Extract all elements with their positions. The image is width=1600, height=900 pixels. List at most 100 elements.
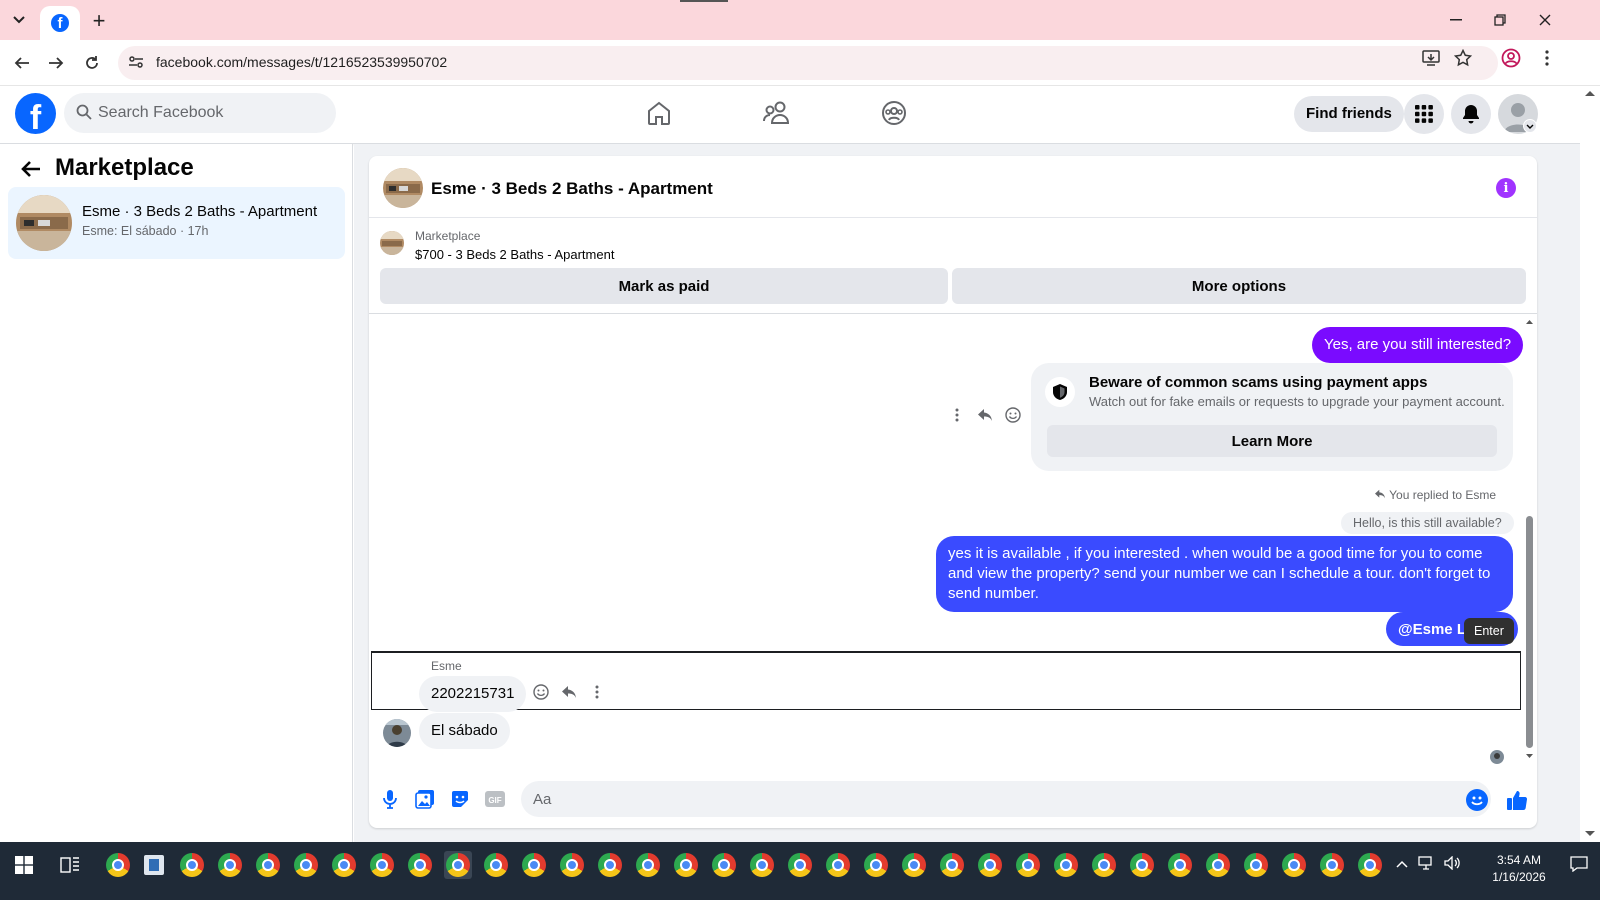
quoted-message[interactable]: Hello, is this still available? [1341, 512, 1514, 534]
chrome-taskbar-icon[interactable] [1014, 851, 1042, 879]
close-window-icon[interactable] [1525, 6, 1565, 34]
microphone-icon[interactable] [379, 788, 401, 810]
chrome-taskbar-icon[interactable] [596, 851, 624, 879]
emoji-icon[interactable] [1466, 789, 1488, 811]
scrollbar-thumb[interactable] [1526, 516, 1533, 748]
groups-icon[interactable] [879, 98, 909, 128]
conversation-item[interactable]: Esme · 3 Beds 2 Baths - Apartment Esme: … [8, 187, 345, 259]
profile-icon[interactable] [1500, 47, 1522, 69]
reload-icon[interactable] [78, 49, 106, 77]
chrome-taskbar-icon[interactable] [1356, 851, 1384, 879]
browser-tab-facebook[interactable]: f [40, 6, 80, 40]
learn-more-button[interactable]: Learn More [1047, 425, 1497, 457]
chat-listing-thumbnail[interactable] [383, 168, 423, 208]
chrome-taskbar-icon-active[interactable] [444, 851, 472, 879]
listing-price-title[interactable]: $700 - 3 Beds 2 Baths - Apartment [415, 247, 614, 262]
facebook-search-input[interactable]: Search Facebook [64, 93, 336, 133]
browser-menu-icon[interactable] [1536, 47, 1558, 69]
install-app-icon[interactable] [1420, 47, 1442, 69]
tab-search-dropdown-icon[interactable] [6, 8, 32, 32]
info-icon[interactable]: i [1496, 178, 1516, 198]
friends-icon[interactable] [762, 98, 792, 128]
sender-avatar[interactable] [383, 719, 411, 747]
mark-as-paid-button[interactable]: Mark as paid [380, 268, 948, 304]
chrome-taskbar-icon[interactable] [254, 851, 282, 879]
more-vertical-icon[interactable] [589, 684, 605, 700]
chat-scrollbar[interactable] [1522, 314, 1537, 764]
chrome-taskbar-icon[interactable] [824, 851, 852, 879]
react-emoji-icon[interactable] [533, 684, 549, 700]
notifications-bell-icon[interactable] [1451, 94, 1491, 134]
page-scrollbar[interactable] [1580, 86, 1600, 842]
message-input[interactable]: Aa [521, 781, 1491, 817]
chrome-taskbar-icon[interactable] [976, 851, 1004, 879]
chrome-taskbar-icon[interactable] [104, 851, 132, 879]
taskbar-clock[interactable]: 3:54 AM 1/16/2026 [1474, 852, 1564, 886]
scam-warning-card: Beware of common scams using payment app… [1031, 363, 1513, 471]
facebook-favicon-icon: f [51, 14, 69, 32]
volume-icon[interactable] [1444, 855, 1460, 873]
chrome-taskbar-icon[interactable] [216, 851, 244, 879]
chrome-taskbar-icon[interactable] [786, 851, 814, 879]
sticker-icon[interactable] [449, 788, 471, 810]
show-hidden-icons-icon[interactable] [1396, 856, 1408, 871]
outgoing-message[interactable]: Yes, are you still interested? [1312, 327, 1524, 363]
chrome-taskbar-icon[interactable] [634, 851, 662, 879]
bookmark-star-icon[interactable] [1452, 47, 1474, 69]
network-icon[interactable] [1418, 856, 1436, 873]
reply-icon[interactable] [977, 407, 993, 423]
chrome-taskbar-icon[interactable] [672, 851, 700, 879]
menu-grid-icon[interactable] [1404, 94, 1444, 134]
chrome-taskbar-icon[interactable] [178, 851, 206, 879]
reply-icon[interactable] [561, 684, 577, 700]
chrome-taskbar-icon[interactable] [406, 851, 434, 879]
chrome-taskbar-icon[interactable] [862, 851, 890, 879]
minimize-window-icon[interactable] [1436, 6, 1476, 34]
chrome-taskbar-icon[interactable] [1052, 851, 1080, 879]
chrome-taskbar-icon[interactable] [368, 851, 396, 879]
react-emoji-icon[interactable] [1005, 407, 1021, 423]
find-friends-button[interactable]: Find friends [1294, 96, 1404, 132]
chat-title[interactable]: Esme · 3 Beds 2 Baths - Apartment [431, 179, 713, 199]
notification-center-icon[interactable] [1570, 856, 1588, 875]
chrome-taskbar-icon[interactable] [1090, 851, 1118, 879]
task-view-icon[interactable] [56, 851, 84, 879]
chrome-taskbar-icon[interactable] [1128, 851, 1156, 879]
chevron-down-icon[interactable] [1523, 119, 1537, 133]
site-info-icon[interactable] [128, 54, 144, 75]
chrome-taskbar-icon[interactable] [748, 851, 776, 879]
facebook-logo[interactable]: f [15, 93, 56, 134]
chrome-taskbar-icon[interactable] [482, 851, 510, 879]
photo-attach-icon[interactable] [414, 788, 436, 810]
chrome-taskbar-icon[interactable] [710, 851, 738, 879]
chrome-taskbar-icon[interactable] [900, 851, 928, 879]
incoming-message[interactable]: 2202215731 [419, 676, 527, 712]
new-tab-button[interactable]: + [86, 8, 112, 34]
chrome-taskbar-icon[interactable] [1204, 851, 1232, 879]
more-vertical-icon[interactable] [949, 407, 965, 423]
chrome-taskbar-icon[interactable] [1242, 851, 1270, 879]
address-bar[interactable]: facebook.com/messages/t/1216523539950702 [118, 46, 1498, 80]
chrome-taskbar-icon[interactable] [292, 851, 320, 879]
back-icon[interactable] [8, 49, 36, 77]
more-options-button[interactable]: More options [952, 268, 1526, 304]
thumbs-up-icon[interactable] [1504, 787, 1530, 813]
chrome-taskbar-icon[interactable] [1166, 851, 1194, 879]
chrome-taskbar-icon[interactable] [330, 851, 358, 879]
chrome-taskbar-icon[interactable] [1280, 851, 1308, 879]
chrome-taskbar-icon[interactable] [938, 851, 966, 879]
chrome-taskbar-icon[interactable] [558, 851, 586, 879]
outgoing-message[interactable]: yes it is available , if you interested … [936, 536, 1513, 612]
gif-icon[interactable]: GIF [484, 788, 506, 810]
chrome-taskbar-icon[interactable] [1318, 851, 1346, 879]
home-icon[interactable] [644, 98, 674, 128]
incoming-message[interactable]: El sábado [419, 713, 510, 749]
chrome-taskbar-icon[interactable] [520, 851, 548, 879]
back-arrow-icon[interactable] [20, 158, 44, 182]
restore-window-icon[interactable] [1480, 6, 1520, 34]
app-taskbar-icon[interactable] [140, 851, 168, 879]
windows-start-icon[interactable] [10, 851, 38, 879]
forward-icon[interactable] [42, 49, 70, 77]
conversation-title: Esme · 3 Beds 2 Baths - Apartment [82, 203, 318, 220]
message-composer: GIF Aa [369, 776, 1537, 828]
